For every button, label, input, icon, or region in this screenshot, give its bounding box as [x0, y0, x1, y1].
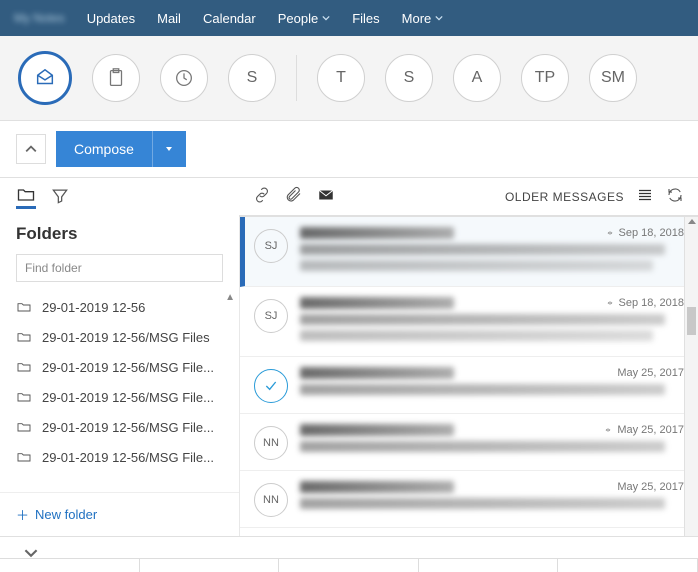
avatar: SJ: [254, 229, 288, 263]
folder-icon: [16, 389, 32, 405]
chevron-down-icon: [435, 14, 443, 22]
message-row[interactable]: SJ Sep 18, 2018: [240, 217, 698, 287]
nav-files[interactable]: Files: [352, 11, 379, 26]
find-folder-input[interactable]: Find folder: [16, 254, 223, 282]
avatar-circle[interactable]: S: [385, 54, 433, 102]
folders-header: Folders: [0, 212, 239, 254]
message-list: SJ Sep 18, 2018 SJ Sep 18, 2018 May 25, …: [239, 217, 698, 536]
folder-view-button[interactable]: [16, 189, 36, 209]
folder-icon: [16, 359, 32, 375]
folder-row[interactable]: 29-01-2019 12-56: [0, 292, 239, 322]
envelope-open-icon: [34, 67, 56, 89]
top-nav: My Notes Updates Mail Calendar People Fi…: [0, 0, 698, 36]
message-date: Sep 18, 2018: [605, 297, 684, 309]
left-panel: Folders Find folder ▲ 29-01-2019 12-56 2…: [0, 178, 239, 536]
link-small-icon: [605, 298, 615, 308]
check-icon: [263, 378, 279, 394]
folder-icon: [16, 419, 32, 435]
compose-button[interactable]: Compose: [56, 131, 152, 167]
compose-dropdown[interactable]: [152, 131, 186, 167]
avatar-circle[interactable]: SM: [589, 54, 637, 102]
paperclip-icon[interactable]: [285, 186, 303, 207]
brand-label: My Notes: [14, 11, 65, 25]
list-scrollbar[interactable]: [684, 217, 698, 536]
folder-row[interactable]: 29-01-2019 12-56/MSG File...: [0, 412, 239, 442]
avatar: NN: [254, 483, 288, 517]
folder-icon: [16, 299, 32, 315]
avatar-circle[interactable]: A: [453, 54, 501, 102]
avatar: SJ: [254, 299, 288, 333]
clipboard-circle[interactable]: [92, 54, 140, 102]
right-panel: OLDER MESSAGES SJ Sep 18, 2018 SJ Sep 18…: [239, 178, 698, 536]
folder-row[interactable]: 29-01-2019 12-56/MSG File...: [0, 352, 239, 382]
funnel-icon: [50, 186, 70, 206]
link-small-icon: [605, 228, 615, 238]
folder-icon: [16, 329, 32, 345]
nav-more[interactable]: More: [402, 11, 444, 26]
plus-icon: ＋: [16, 505, 29, 524]
avatar-circle[interactable]: S: [228, 54, 276, 102]
message-date: May 25, 2017: [617, 481, 684, 493]
folder-list: ▲ 29-01-2019 12-56 29-01-2019 12-56/MSG …: [0, 292, 239, 492]
nav-people[interactable]: People: [278, 11, 330, 26]
main-grid: Folders Find folder ▲ 29-01-2019 12-56 2…: [0, 178, 698, 536]
left-toolbar: [0, 178, 239, 212]
clock-icon: [173, 67, 195, 89]
message-date: May 25, 2017: [603, 424, 684, 436]
circle-strip: S T S A TP SM: [0, 36, 698, 121]
message-row[interactable]: NN May 25, 2017: [240, 471, 698, 528]
link-icon[interactable]: [253, 186, 271, 207]
envelope-icon[interactable]: [317, 186, 335, 207]
message-row[interactable]: NN May 25, 2017: [240, 414, 698, 471]
message-date: Sep 18, 2018: [605, 227, 684, 239]
refresh-icon[interactable]: [666, 186, 684, 207]
message-list-header: OLDER MESSAGES: [239, 178, 698, 217]
message-date: May 25, 2017: [617, 367, 684, 379]
avatar: NN: [254, 426, 288, 460]
folder-outline-icon: [16, 185, 36, 205]
message-row[interactable]: May 25, 2017: [240, 357, 698, 414]
nav-calendar[interactable]: Calendar: [203, 11, 256, 26]
mail-circle[interactable]: [18, 51, 72, 105]
clipboard-icon: [105, 67, 127, 89]
link-small-icon: [603, 425, 613, 435]
scroll-up-icon[interactable]: ▲: [225, 292, 235, 303]
chevron-up-icon: [25, 143, 37, 155]
compose-toolbar: Compose: [0, 121, 698, 178]
avatar-circle[interactable]: TP: [521, 54, 569, 102]
filter-button[interactable]: [50, 186, 70, 206]
older-messages-label[interactable]: OLDER MESSAGES: [505, 190, 624, 204]
folder-row[interactable]: 29-01-2019 12-56/MSG File...: [0, 382, 239, 412]
triangle-down-icon: [164, 144, 174, 154]
avatar-circle[interactable]: T: [317, 54, 365, 102]
compose-button-group: Compose: [56, 131, 186, 167]
folder-row[interactable]: 29-01-2019 12-56/MSG Files: [0, 322, 239, 352]
clock-circle[interactable]: [160, 54, 208, 102]
avatar-checked: [254, 369, 288, 403]
folder-row[interactable]: 29-01-2019 12-56/MSG File...: [0, 442, 239, 472]
bottom-tab-strip: [0, 558, 698, 572]
nav-mail[interactable]: Mail: [157, 11, 181, 26]
chevron-down-icon: [322, 14, 330, 22]
collapse-button[interactable]: [16, 134, 46, 164]
message-row[interactable]: SJ Sep 18, 2018: [240, 287, 698, 357]
folder-icon: [16, 449, 32, 465]
density-icon[interactable]: [636, 186, 654, 207]
nav-updates[interactable]: Updates: [87, 11, 135, 26]
new-folder-button[interactable]: ＋ New folder: [0, 492, 239, 536]
divider: [296, 55, 297, 101]
